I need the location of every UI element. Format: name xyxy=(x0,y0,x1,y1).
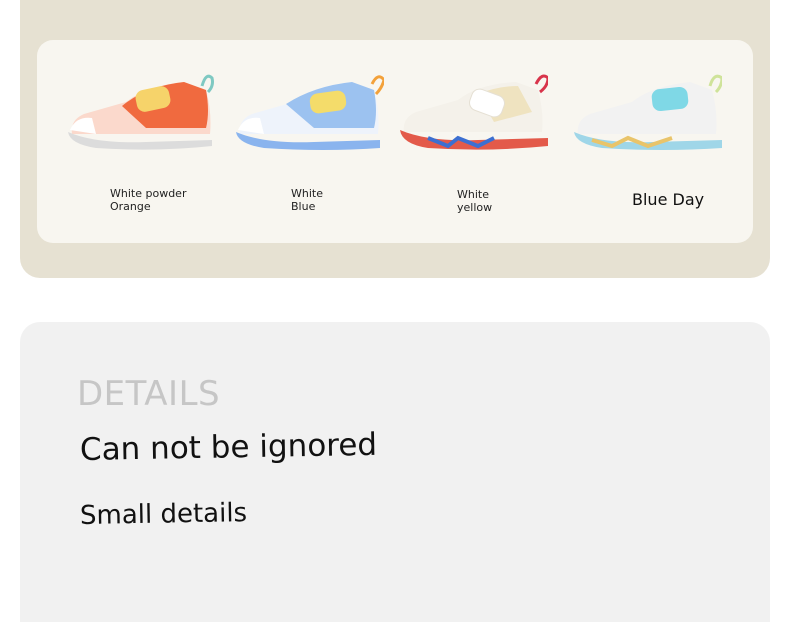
shoe-white-blue[interactable] xyxy=(234,72,384,152)
details-heading: DETAILS xyxy=(77,374,221,414)
shoe-blue-day[interactable] xyxy=(572,72,722,152)
variant-name-line1: White powder xyxy=(110,187,187,200)
variant-name-line1: Blue Day xyxy=(632,190,705,209)
variant-name-line1: White xyxy=(291,187,323,200)
shoe-image xyxy=(574,74,722,150)
shoe-image xyxy=(400,74,548,150)
shoe-image xyxy=(68,74,214,150)
variant-label-1: White powder Orange xyxy=(110,187,186,213)
details-subtagline: Small details xyxy=(79,498,248,531)
variant-label-3: White yellow xyxy=(457,188,492,214)
shoe-image xyxy=(236,75,384,150)
details-tagline: Can not be ignored xyxy=(79,426,378,468)
variant-label-2: White Blue xyxy=(291,187,323,213)
details-panel xyxy=(20,322,770,622)
variant-name-line2: Orange xyxy=(110,200,151,213)
variant-name-line2: yellow xyxy=(457,201,493,214)
shoe-white-yellow[interactable] xyxy=(398,72,548,152)
variant-label-4: Blue Day xyxy=(632,190,704,210)
variant-name-line2: Blue xyxy=(291,200,316,213)
shoe-white-powder-orange[interactable] xyxy=(66,72,216,152)
variant-name-line1: White xyxy=(457,188,489,201)
